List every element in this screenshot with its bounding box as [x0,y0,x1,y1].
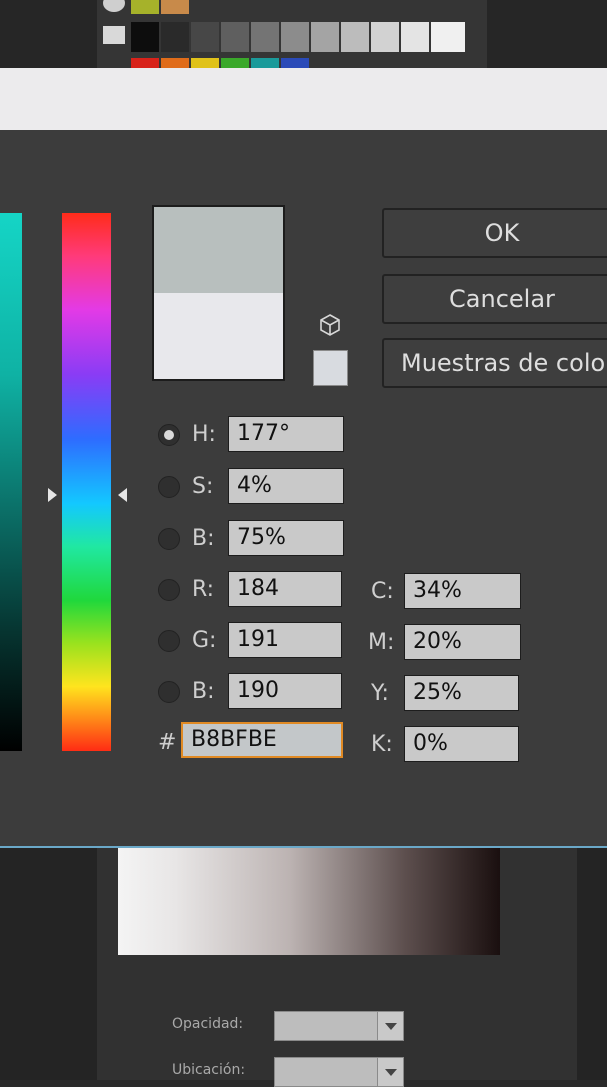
swatch-icon[interactable] [103,0,125,12]
yellow-label: Y: [371,681,389,706]
swatches-panel [97,0,487,72]
yellow-field[interactable]: 25% [404,675,519,711]
chevron-down-icon[interactable] [377,1058,403,1086]
swatch[interactable] [221,22,249,52]
new-color-swatch [154,207,283,293]
magenta-label: M: [368,630,395,655]
swatch[interactable] [191,22,219,52]
cyan-label: C: [371,579,394,604]
swatch[interactable] [161,0,189,14]
swatch[interactable] [311,22,339,52]
swatch[interactable] [371,22,399,52]
black-label: K: [371,732,393,757]
slider-handle-right-icon[interactable] [118,488,127,502]
green-label: G: [192,628,217,653]
hue-slider[interactable] [62,213,111,751]
red-label: R: [192,577,215,602]
magenta-field[interactable]: 20% [404,624,521,660]
swatch[interactable] [281,22,309,52]
websafe-cube-icon[interactable] [318,313,342,337]
gradient-preview[interactable] [118,848,500,955]
brightness-field[interactable]: 75% [228,520,344,556]
hex-field[interactable]: B8BFBE [181,722,343,758]
cancel-button[interactable]: Cancelar [382,274,607,324]
swatch[interactable] [131,22,159,52]
dialog-title-bar[interactable] [0,68,607,130]
blue-label: B: [192,679,215,704]
folder-icon[interactable] [103,26,125,44]
location-select[interactable] [274,1057,404,1087]
green-field[interactable]: 191 [228,622,342,658]
radio-saturation[interactable] [158,476,180,498]
hue-field[interactable]: 177° [228,416,344,452]
location-label: Ubicación: [172,1062,246,1078]
color-swatches-button[interactable]: Muestras de colo [382,338,607,388]
websafe-color-swatch[interactable] [313,350,348,386]
red-field[interactable]: 184 [228,571,342,607]
swatch[interactable] [341,22,369,52]
radio-brightness[interactable] [158,528,180,550]
radio-green[interactable] [158,630,180,652]
color-preview [152,205,285,381]
black-field[interactable]: 0% [404,726,519,762]
saturation-label: S: [192,474,214,499]
swatch[interactable] [131,0,159,14]
saturation-field[interactable]: 4% [228,468,344,504]
radio-blue[interactable] [158,681,180,703]
radio-red[interactable] [158,579,180,601]
radio-hue[interactable] [158,424,180,446]
blue-field[interactable]: 190 [228,673,342,709]
slider-handle-left-icon[interactable] [48,488,57,502]
chevron-down-icon[interactable] [377,1012,403,1040]
hue-label: H: [192,422,216,447]
swatch[interactable] [401,22,429,52]
swatch[interactable] [431,22,465,52]
swatch[interactable] [251,22,279,52]
color-field[interactable] [0,213,22,751]
brightness-label: B: [192,526,215,551]
current-color-swatch[interactable] [154,293,283,379]
ok-button[interactable]: OK [382,208,607,258]
hex-label: # [158,730,177,755]
cyan-field[interactable]: 34% [404,573,521,609]
swatch[interactable] [161,22,189,52]
opacity-select[interactable] [274,1011,404,1041]
opacity-label: Opacidad: [172,1016,244,1032]
color-picker-dialog: OK Cancelar Muestras de colo H: 177° S: … [0,68,607,848]
